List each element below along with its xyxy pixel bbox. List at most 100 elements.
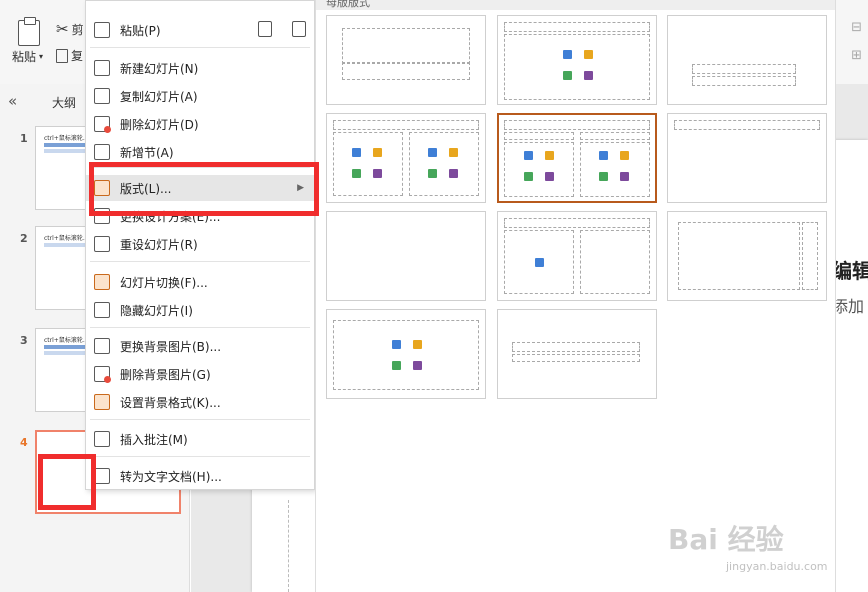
layout-content-only[interactable] [326, 309, 486, 399]
chart-icon [449, 148, 458, 157]
video-icon [449, 169, 458, 178]
placeholder-box [504, 34, 650, 100]
video-icon [584, 71, 593, 80]
layout-title[interactable] [326, 15, 486, 105]
placeholder-box [512, 342, 640, 352]
dropdown-arrow-icon: ▾ [39, 52, 44, 61]
layout-gallery: 母版版式 [315, 0, 836, 592]
table-icon [352, 169, 361, 178]
change-bg-icon [94, 338, 110, 354]
picture-icon [392, 340, 401, 349]
section-icon [94, 144, 110, 160]
layout-vertical-title[interactable] [667, 211, 827, 301]
menu-item-reset-slide[interactable]: 重设幻灯片(R) [86, 231, 314, 257]
copy-button[interactable]: 复 [56, 47, 83, 64]
thumb-title: ctrl+鼠标滚轮... [44, 135, 89, 142]
menu-item-change-bg[interactable]: 更换背景图片(B)... [86, 333, 314, 359]
placeholder-box [504, 142, 574, 197]
menu-item-copy-slide[interactable]: 复制幻灯片(A) [86, 83, 314, 109]
menu-item-to-doc[interactable]: 转为文字文档(H)... [86, 463, 314, 489]
placeholder-box [504, 22, 650, 32]
menu-item-new-slide[interactable]: 新建幻灯片(N) [86, 55, 314, 81]
chart-icon [373, 148, 382, 157]
placeholder-box [512, 354, 640, 362]
paste-text-only-icon[interactable] [292, 21, 306, 37]
outline-tab[interactable]: 大纲 [52, 94, 76, 111]
table-icon [428, 169, 437, 178]
new-slide-icon [94, 60, 110, 76]
picture-icon [524, 151, 533, 160]
cut-button[interactable]: ✂ 剪 [56, 20, 84, 38]
menu-separator [90, 327, 310, 328]
menu-item-bg-format[interactable]: 设置背景格式(K)... [86, 389, 314, 415]
delete-bg-icon [94, 366, 111, 383]
scissors-icon: ✂ [56, 20, 69, 38]
menu-separator [90, 419, 310, 420]
ribbon-right-icon-2[interactable]: ⊞ [851, 48, 862, 63]
placeholder-box [580, 230, 650, 294]
table-icon [524, 172, 533, 181]
menu-separator [90, 456, 310, 457]
delete-slide-icon [94, 116, 111, 133]
placeholder-box [674, 120, 820, 130]
placeholder-box [409, 132, 479, 196]
pane-header [316, 0, 835, 10]
menu-separator [90, 261, 310, 262]
placeholder-box [342, 62, 470, 80]
menu-item-insert-comment[interactable]: 插入批注(M) [86, 426, 314, 452]
placeholder-box [692, 64, 796, 74]
copy-slide-icon [94, 88, 110, 104]
layout-content-caption[interactable] [497, 211, 657, 301]
placeholder-box [342, 28, 470, 64]
layout-blank[interactable] [326, 211, 486, 301]
table-icon [392, 361, 401, 370]
paste-icon[interactable] [18, 17, 40, 46]
menu-item-delete-slide[interactable]: 删除幻灯片(D) [86, 111, 314, 137]
picture-icon [535, 258, 544, 267]
layout-two-content[interactable] [326, 113, 486, 203]
placeholder-box [802, 222, 818, 290]
placeholder-box [504, 218, 650, 228]
slide-subtitle-placeholder[interactable]: 添加 [832, 293, 864, 317]
menu-item-delete-bg[interactable]: 删除背景图片(G) [86, 361, 314, 387]
picture-icon [428, 148, 437, 157]
placeholder-box [333, 320, 479, 390]
highlight-layout-item [89, 162, 319, 216]
layout-title-bar[interactable] [497, 309, 657, 399]
table-icon [599, 172, 608, 181]
layout-title-content[interactable] [497, 15, 657, 105]
layout-title-only[interactable] [667, 113, 827, 203]
slide-title-placeholder[interactable]: 编辑 [832, 255, 868, 284]
menu-item-paste[interactable]: 粘贴(P) [86, 17, 314, 43]
reset-icon [94, 236, 110, 252]
bg-format-icon [94, 394, 110, 410]
menu-item-transition[interactable]: 幻灯片切换(F)... [86, 269, 314, 295]
watermark-url: jingyan.baidu.com [726, 560, 828, 573]
chart-icon [620, 151, 629, 160]
copy-icon [56, 48, 68, 63]
layout-section-header[interactable] [667, 15, 827, 105]
pane-title: 母版版式 [326, 0, 370, 9]
layout-comparison-selected[interactable] [497, 113, 657, 203]
placeholder-box [504, 132, 574, 140]
picture-icon [599, 151, 608, 160]
placeholder-box [580, 132, 650, 140]
comment-icon [94, 431, 110, 447]
placeholder-box [580, 142, 650, 197]
video-icon [545, 172, 554, 181]
paste-button[interactable]: 粘贴 ▾ [12, 48, 43, 65]
video-icon [413, 361, 422, 370]
placeholder-box [692, 76, 796, 86]
menu-separator [90, 47, 310, 48]
menu-item-hide-slide[interactable]: 隐藏幻灯片(I) [86, 297, 314, 323]
placeholder-box [333, 132, 403, 196]
baidu-watermark: Bai 经验 [668, 523, 784, 556]
paste-icon [94, 22, 110, 38]
collapse-panel-icon[interactable]: « [8, 92, 17, 110]
paste-keep-format-icon[interactable] [258, 21, 272, 37]
slide-number: 3 [20, 334, 28, 347]
table-icon [563, 71, 572, 80]
chart-icon [545, 151, 554, 160]
word-doc-icon [94, 468, 110, 484]
ribbon-right-icon[interactable]: ⊟ [851, 20, 862, 35]
